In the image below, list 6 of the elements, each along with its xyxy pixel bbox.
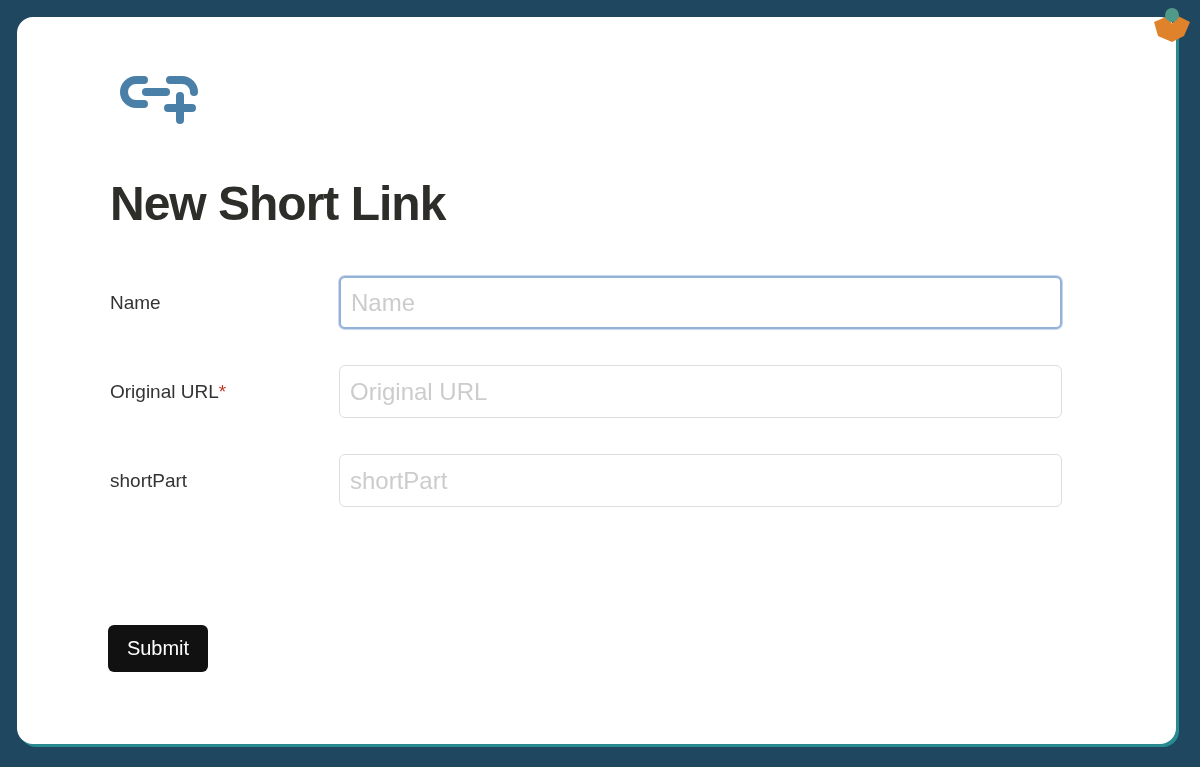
page-title: New Short Link xyxy=(110,176,448,231)
field-label: shortPart xyxy=(110,469,189,492)
badge-icon xyxy=(1152,8,1192,42)
submit-button[interactable]: Submit xyxy=(108,625,208,672)
field-label: Name xyxy=(110,291,162,314)
field-label: Original URL* xyxy=(110,380,228,403)
